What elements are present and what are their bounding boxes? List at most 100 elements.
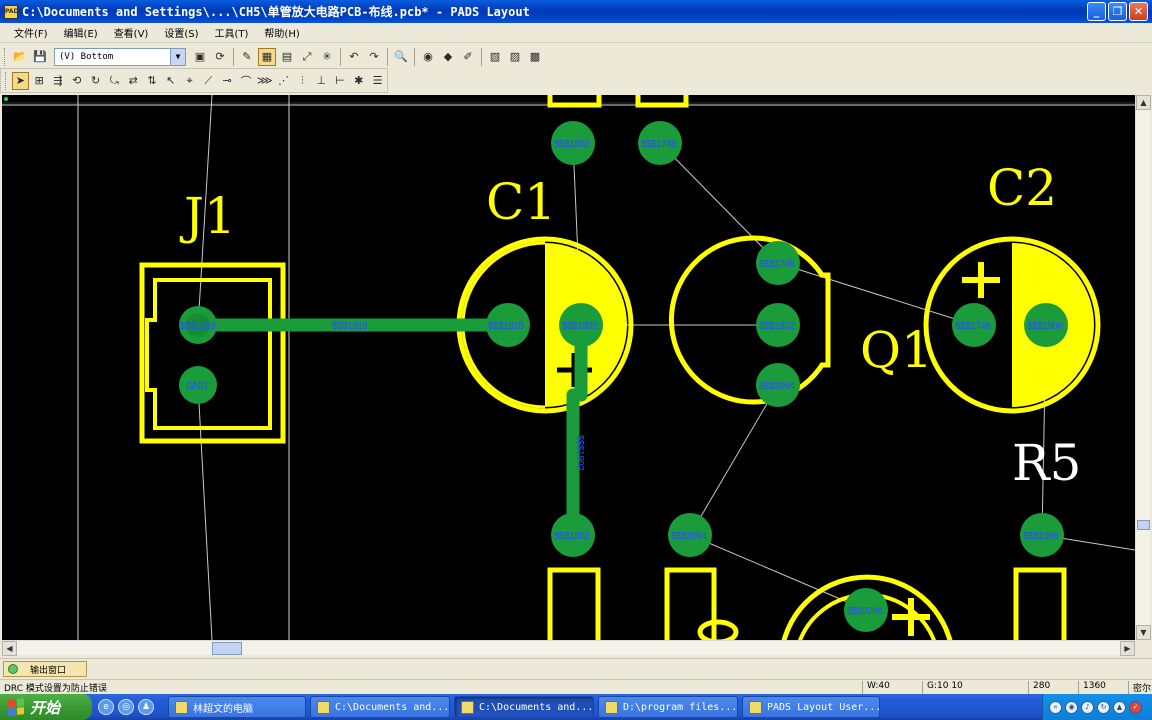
layer-properties-icon[interactable]: ▣ (191, 48, 209, 66)
menu-setup[interactable]: 设置(S) (156, 25, 206, 40)
minimize-button[interactable]: _ (1087, 2, 1106, 21)
scroll-up-icon[interactable]: ▲ (1136, 95, 1151, 110)
pads[interactable] (179, 121, 1068, 632)
layer-select[interactable]: (V) Bottom ▼ (54, 47, 186, 66)
task-button-program-files[interactable]: D:\program files... (598, 696, 738, 718)
workspace: J1 C1 Q1 C2 R5 $$$1818 $$$1802 $$$1818 G… (0, 93, 1152, 658)
ref-c1: C1 (486, 173, 556, 231)
save-icon[interactable]: 💾 (31, 48, 49, 66)
title-bar[interactable]: PADS C:\Documents and Settings\...\CH5\单… (0, 0, 1152, 23)
scroll-down-icon[interactable]: ▼ (1136, 625, 1151, 640)
maximize-button[interactable]: ❐ (1108, 2, 1127, 21)
pad-label: $$$1802 (554, 531, 590, 542)
tray-update-icon[interactable]: ↻ (1097, 700, 1110, 714)
task-button-pads-user-guide[interactable]: PADS Layout User... (742, 696, 880, 718)
radial-move-icon[interactable]: ⟲ (68, 72, 85, 90)
add-route-icon[interactable]: ↖ (162, 72, 179, 90)
drafting-toolbar-icon[interactable]: ▦ (258, 47, 276, 66)
length-icon[interactable]: ⋰ (275, 72, 292, 90)
tray-sound-icon[interactable]: ♪ (1081, 700, 1094, 714)
split-icon[interactable]: ⫶ (294, 72, 311, 90)
horizontal-scroll-thumb[interactable] (212, 642, 242, 655)
tray-security-icon[interactable]: ▲ (1113, 700, 1126, 714)
move-icon[interactable]: ⊞ (31, 72, 48, 90)
pad-label: $$$1802 (759, 321, 795, 332)
sketch-route-icon[interactable]: ⟋ (200, 72, 217, 90)
pad-label: $$$1802 (562, 321, 598, 332)
task-button-pads-active[interactable]: C:\Documents and... (454, 696, 594, 718)
add-miters-icon[interactable]: ⌒ (238, 72, 255, 90)
select-arrow-icon[interactable]: ➤ (11, 71, 29, 90)
cluster-icon[interactable]: ✱ (350, 72, 367, 90)
tray-network-icon[interactable]: « (1049, 700, 1062, 714)
chevron-down-icon[interactable]: ▼ (170, 48, 185, 65)
toolbar-grip[interactable] (5, 71, 8, 90)
computer-icon (175, 700, 188, 714)
pad-label: $$$1906 (1027, 321, 1063, 332)
pad-label: GND (186, 381, 207, 392)
close-button[interactable]: ✕ (1129, 2, 1148, 21)
dimension-icon[interactable]: ✳ (318, 48, 336, 66)
tray-app-icon[interactable]: ◉ (1065, 700, 1078, 714)
session-log-icon[interactable]: ▧ (486, 48, 504, 66)
pour-manager-icon[interactable]: ◆ (439, 48, 457, 66)
design-toolbar-icon[interactable]: ✎ (238, 48, 256, 66)
pads-router-icon[interactable]: ▩ (526, 48, 544, 66)
route-icon[interactable]: ⤢ (298, 48, 316, 66)
swap-parts-icon[interactable]: ⇅ (144, 72, 161, 90)
bus-route-icon[interactable]: ⊸ (219, 72, 236, 90)
menu-file[interactable]: 文件(F) (6, 25, 56, 40)
bottom-parts-silkscreen (547, 567, 1067, 640)
vertical-scroll-thumb[interactable] (1137, 520, 1150, 530)
report-icon[interactable]: ☰ (369, 72, 386, 90)
add-jumper-icon[interactable]: ⊢ (332, 72, 349, 90)
toolbar-grip[interactable] (4, 47, 7, 66)
output-window-bar: 输出窗口 (0, 658, 1152, 678)
task-button-explorer-1[interactable]: C:\Documents and... (310, 696, 450, 718)
j1-silkscreen (139, 262, 286, 444)
project-explorer-icon[interactable]: ▨ (506, 48, 524, 66)
scroll-right-icon[interactable]: ▶ (1120, 641, 1135, 656)
verify-design-icon[interactable]: ◉ (419, 48, 437, 66)
rotate-icon[interactable]: ↻ (87, 72, 104, 90)
scroll-left-icon[interactable]: ◀ (2, 641, 17, 656)
ie-icon[interactable]: e (98, 699, 114, 715)
pad-label: $$$1748 (955, 321, 991, 332)
status-width: W:40 (862, 681, 922, 694)
menu-view[interactable]: 查看(V) (106, 25, 157, 40)
status-y: 1360 (1078, 681, 1128, 694)
menu-tools[interactable]: 工具(T) (207, 25, 257, 40)
folder-icon (317, 700, 330, 714)
redraw-icon[interactable]: ⟳ (211, 48, 229, 66)
output-window-tab[interactable]: 输出窗口 (3, 661, 87, 677)
menu-help[interactable]: 帮助(H) (256, 25, 307, 40)
app-icon[interactable]: ◎ (118, 699, 134, 715)
spin-icon[interactable]: ⤿ (106, 72, 123, 90)
redo-icon[interactable]: ↷ (365, 48, 383, 66)
menu-edit[interactable]: 编辑(E) (56, 25, 106, 40)
status-grid: G:10 10 (922, 681, 1028, 694)
horizontal-scrollbar[interactable]: ◀ ▶ (2, 640, 1135, 656)
ecos-toolbar-icon[interactable]: ▤ (278, 48, 296, 66)
dynamic-route-icon[interactable]: ⌖ (181, 72, 198, 90)
cam-icon[interactable]: ✐ (459, 48, 477, 66)
ref-r5: R5 (1012, 434, 1081, 492)
vertical-scrollbar[interactable]: ▲ ▼ (1135, 95, 1151, 640)
open-icon[interactable]: 📂 (11, 48, 29, 66)
stretch-icon[interactable]: ⋙ (256, 72, 273, 90)
pcb-canvas[interactable]: J1 C1 Q1 C2 R5 $$$1818 $$$1802 $$$1818 G… (2, 95, 1135, 640)
add-via-icon[interactable]: ⊥ (313, 72, 330, 90)
zoom-icon[interactable]: 🔍 (392, 48, 410, 66)
pad-label: $$$1818 (488, 321, 524, 332)
messenger-icon[interactable]: ♟ (138, 699, 154, 715)
pcb-drawing[interactable]: J1 C1 Q1 C2 R5 $$$1818 $$$1802 $$$1818 G… (2, 95, 1135, 640)
tray-antivirus-icon[interactable]: ✓ (1129, 700, 1142, 714)
status-x: 280 (1028, 681, 1078, 694)
start-button[interactable]: 开始 (0, 694, 92, 720)
task-button-my-computer[interactable]: 林超文的电脑 (168, 696, 306, 718)
move-sequential-icon[interactable]: ⇶ (50, 72, 67, 90)
pad-label: $$$1748 (759, 259, 795, 270)
flip-side-icon[interactable]: ⇄ (125, 72, 142, 90)
undo-icon[interactable]: ↶ (345, 48, 363, 66)
trace-label-1818: $$$1818 (332, 321, 368, 332)
